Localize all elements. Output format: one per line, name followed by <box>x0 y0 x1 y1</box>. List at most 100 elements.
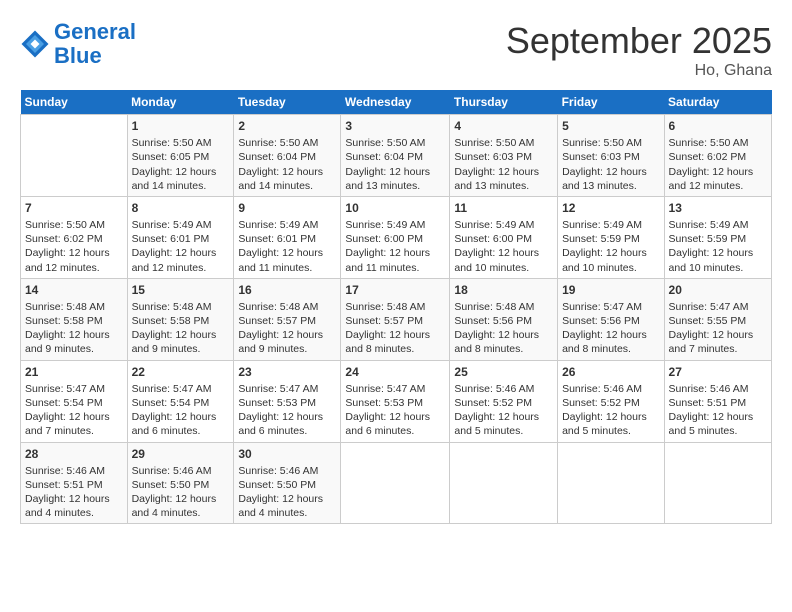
day-cell: 18Sunrise: 5:48 AMSunset: 5:56 PMDayligh… <box>450 278 558 360</box>
week-row-1: 1Sunrise: 5:50 AMSunset: 6:05 PMDaylight… <box>21 115 772 197</box>
sunset-text: Sunset: 5:56 PM <box>454 315 532 327</box>
sunset-text: Sunset: 5:59 PM <box>669 233 747 245</box>
day-number: 22 <box>132 364 230 380</box>
logo: General Blue <box>20 20 136 68</box>
sunset-text: Sunset: 5:51 PM <box>669 397 747 409</box>
day-number: 16 <box>238 282 336 298</box>
sunrise-text: Sunrise: 5:50 AM <box>669 137 749 149</box>
sunrise-text: Sunrise: 5:47 AM <box>345 383 425 395</box>
day-cell: 15Sunrise: 5:48 AMSunset: 5:58 PMDayligh… <box>127 278 234 360</box>
daylight-text: Daylight: 12 hours and 13 minutes. <box>345 166 430 192</box>
sunset-text: Sunset: 6:02 PM <box>25 233 103 245</box>
day-number: 10 <box>345 200 445 216</box>
day-cell: 11Sunrise: 5:49 AMSunset: 6:00 PMDayligh… <box>450 196 558 278</box>
daylight-text: Daylight: 12 hours and 12 minutes. <box>669 166 754 192</box>
sunrise-text: Sunrise: 5:49 AM <box>562 219 642 231</box>
day-cell: 22Sunrise: 5:47 AMSunset: 5:54 PMDayligh… <box>127 360 234 442</box>
day-number: 13 <box>669 200 767 216</box>
weekday-header-friday: Friday <box>558 90 664 115</box>
day-cell: 2Sunrise: 5:50 AMSunset: 6:04 PMDaylight… <box>234 115 341 197</box>
daylight-text: Daylight: 12 hours and 9 minutes. <box>132 329 217 355</box>
sunset-text: Sunset: 5:57 PM <box>238 315 316 327</box>
sunset-text: Sunset: 5:53 PM <box>345 397 423 409</box>
sunrise-text: Sunrise: 5:49 AM <box>669 219 749 231</box>
sunrise-text: Sunrise: 5:46 AM <box>562 383 642 395</box>
sunrise-text: Sunrise: 5:48 AM <box>238 301 318 313</box>
page: General Blue September 2025 Ho, Ghana Su… <box>0 0 792 612</box>
month-title: September 2025 <box>506 20 772 62</box>
daylight-text: Daylight: 12 hours and 13 minutes. <box>454 166 539 192</box>
sunset-text: Sunset: 5:56 PM <box>562 315 640 327</box>
day-number: 21 <box>25 364 123 380</box>
sunset-text: Sunset: 5:54 PM <box>25 397 103 409</box>
daylight-text: Daylight: 12 hours and 8 minutes. <box>562 329 647 355</box>
day-cell: 30Sunrise: 5:46 AMSunset: 5:50 PMDayligh… <box>234 442 341 524</box>
day-cell: 16Sunrise: 5:48 AMSunset: 5:57 PMDayligh… <box>234 278 341 360</box>
day-number: 12 <box>562 200 659 216</box>
day-number: 25 <box>454 364 553 380</box>
day-number: 29 <box>132 446 230 462</box>
sunrise-text: Sunrise: 5:46 AM <box>669 383 749 395</box>
day-cell: 6Sunrise: 5:50 AMSunset: 6:02 PMDaylight… <box>664 115 771 197</box>
day-cell: 25Sunrise: 5:46 AMSunset: 5:52 PMDayligh… <box>450 360 558 442</box>
sunrise-text: Sunrise: 5:47 AM <box>562 301 642 313</box>
sunrise-text: Sunrise: 5:46 AM <box>238 465 318 477</box>
daylight-text: Daylight: 12 hours and 9 minutes. <box>25 329 110 355</box>
week-row-5: 28 Sunrise: 5:46 AM Sunset: 5:51 PM Dayligh… <box>21 442 772 524</box>
daylight-text: Daylight: 12 hours and 7 minutes. <box>25 411 110 437</box>
sunset-text: Sunset: 6:00 PM <box>454 233 532 245</box>
day-cell: 5Sunrise: 5:50 AMSunset: 6:03 PMDaylight… <box>558 115 664 197</box>
daylight-text: Daylight: 12 hours and 10 minutes. <box>454 247 539 273</box>
day-number: 23 <box>238 364 336 380</box>
daylight-text: Daylight: 12 hours and 12 minutes. <box>132 247 217 273</box>
daylight-text: Daylight: 12 hours and 4 minutes. <box>132 493 217 519</box>
sunset-text: Sunset: 6:04 PM <box>345 151 423 163</box>
sunrise-text: Sunrise: 5:46 AM <box>25 465 105 477</box>
daylight-text: Daylight: 12 hours and 14 minutes. <box>132 166 217 192</box>
title-block: September 2025 Ho, Ghana <box>506 20 772 80</box>
sunrise-text: Sunrise: 5:49 AM <box>454 219 534 231</box>
sunset-text: Sunset: 5:53 PM <box>238 397 316 409</box>
daylight-text: Daylight: 12 hours and 6 minutes. <box>132 411 217 437</box>
sunset-text: Sunset: 6:03 PM <box>562 151 640 163</box>
day-number: 9 <box>238 200 336 216</box>
day-cell: 21Sunrise: 5:47 AMSunset: 5:54 PMDayligh… <box>21 360 128 442</box>
day-number: 15 <box>132 282 230 298</box>
sunset-text: Sunset: 5:54 PM <box>132 397 210 409</box>
sunset-text: Sunset: 6:05 PM <box>132 151 210 163</box>
day-cell <box>341 442 450 524</box>
daylight-text: Daylight: 12 hours and 6 minutes. <box>238 411 323 437</box>
day-cell: 27Sunrise: 5:46 AMSunset: 5:51 PMDayligh… <box>664 360 771 442</box>
day-cell: 13 Sunrise: 5:49 AM Sunset: 5:59 PM Dayligh… <box>664 196 771 278</box>
daylight-text: Daylight: 12 hours and 10 minutes. <box>562 247 647 273</box>
day-cell <box>558 442 664 524</box>
day-number: 24 <box>345 364 445 380</box>
daylight-text: Daylight: 12 hours and 8 minutes. <box>454 329 539 355</box>
day-cell: 14Sunrise: 5:48 AMSunset: 5:58 PMDayligh… <box>21 278 128 360</box>
weekday-header-saturday: Saturday <box>664 90 771 115</box>
daylight-text: Daylight: 12 hours and 10 minutes. <box>669 247 754 273</box>
daylight-text: Daylight: 12 hours and 7 minutes. <box>669 329 754 355</box>
sunset-text: Sunset: 6:04 PM <box>238 151 316 163</box>
weekday-header-sunday: Sunday <box>21 90 128 115</box>
sunset-text: Sunset: 5:51 PM <box>25 479 103 491</box>
sunrise-text: Sunrise: 5:49 AM <box>132 219 212 231</box>
sunset-text: Sunset: 5:58 PM <box>25 315 103 327</box>
day-cell: 26Sunrise: 5:46 AMSunset: 5:52 PMDayligh… <box>558 360 664 442</box>
sunrise-text: Sunrise: 5:50 AM <box>345 137 425 149</box>
day-cell: 8Sunrise: 5:49 AMSunset: 6:01 PMDaylight… <box>127 196 234 278</box>
day-number: 28 <box>25 446 123 462</box>
sunset-text: Sunset: 6:01 PM <box>132 233 210 245</box>
day-cell: 1Sunrise: 5:50 AMSunset: 6:05 PMDaylight… <box>127 115 234 197</box>
sunset-text: Sunset: 5:57 PM <box>345 315 423 327</box>
day-cell: 20Sunrise: 5:47 AMSunset: 5:55 PMDayligh… <box>664 278 771 360</box>
sunrise-text: Sunrise: 5:47 AM <box>238 383 318 395</box>
day-number: 14 <box>25 282 123 298</box>
day-cell: 10Sunrise: 5:49 AMSunset: 6:00 PMDayligh… <box>341 196 450 278</box>
daylight-text: Daylight: 12 hours and 5 minutes. <box>454 411 539 437</box>
sunset-text: Sunset: 5:50 PM <box>238 479 316 491</box>
sunset-text: Sunset: 6:00 PM <box>345 233 423 245</box>
day-cell: 29Sunrise: 5:46 AMSunset: 5:50 PMDayligh… <box>127 442 234 524</box>
day-cell: 7Sunrise: 5:50 AMSunset: 6:02 PMDaylight… <box>21 196 128 278</box>
day-number: 30 <box>238 446 336 462</box>
